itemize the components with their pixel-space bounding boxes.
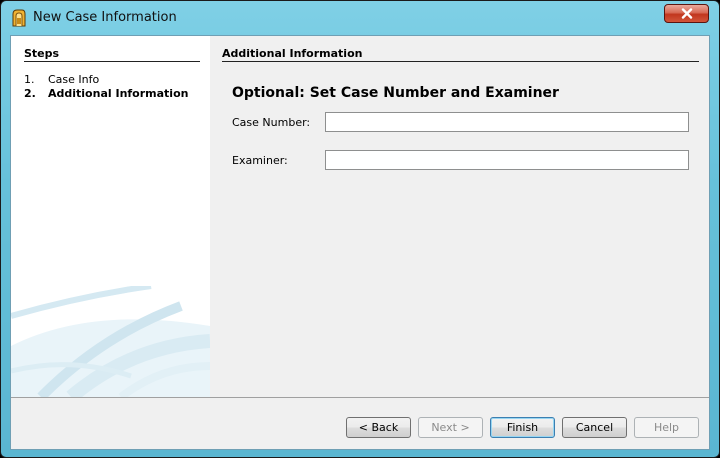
step-label: Case Info	[48, 73, 100, 86]
examiner-label: Examiner:	[232, 154, 288, 167]
step-number: 2.	[24, 87, 36, 100]
close-button[interactable]	[664, 4, 709, 23]
decorative-swoosh	[11, 286, 210, 397]
next-button[interactable]: Next >	[418, 417, 483, 438]
back-button[interactable]: < Back	[346, 417, 411, 438]
steps-heading: Steps	[24, 47, 60, 60]
footer-divider	[11, 397, 709, 398]
dialog-window: New Case Information Steps 1. Case Info 2…	[0, 0, 720, 458]
case-wizard-icon	[10, 8, 28, 28]
help-button[interactable]: Help	[634, 417, 699, 438]
panel-divider	[222, 61, 699, 62]
examiner-field[interactable]	[325, 150, 689, 170]
case-number-label: Case Number:	[232, 116, 311, 129]
section-heading: Optional: Set Case Number and Examiner	[232, 85, 559, 101]
title-bar[interactable]: New Case Information	[1, 1, 719, 35]
cancel-button[interactable]: Cancel	[562, 417, 627, 438]
close-icon	[681, 8, 693, 19]
panel-title: Additional Information	[222, 47, 363, 60]
content-panel: Additional Information Optional: Set Cas…	[210, 36, 709, 397]
step-label: Additional Information	[48, 87, 189, 100]
dialog-client-area: Steps 1. Case Info 2. Additional Informati…	[10, 35, 710, 450]
steps-divider	[24, 61, 200, 62]
steps-panel: Steps 1. Case Info 2. Additional Informati…	[11, 36, 210, 397]
finish-button[interactable]: Finish	[490, 417, 555, 438]
window-title: New Case Information	[33, 10, 177, 25]
case-number-field[interactable]	[325, 112, 689, 132]
step-item-additional-information: 2. Additional Information	[24, 87, 188, 100]
step-item-case-info: 1. Case Info	[24, 73, 99, 86]
step-number: 1.	[24, 73, 35, 86]
